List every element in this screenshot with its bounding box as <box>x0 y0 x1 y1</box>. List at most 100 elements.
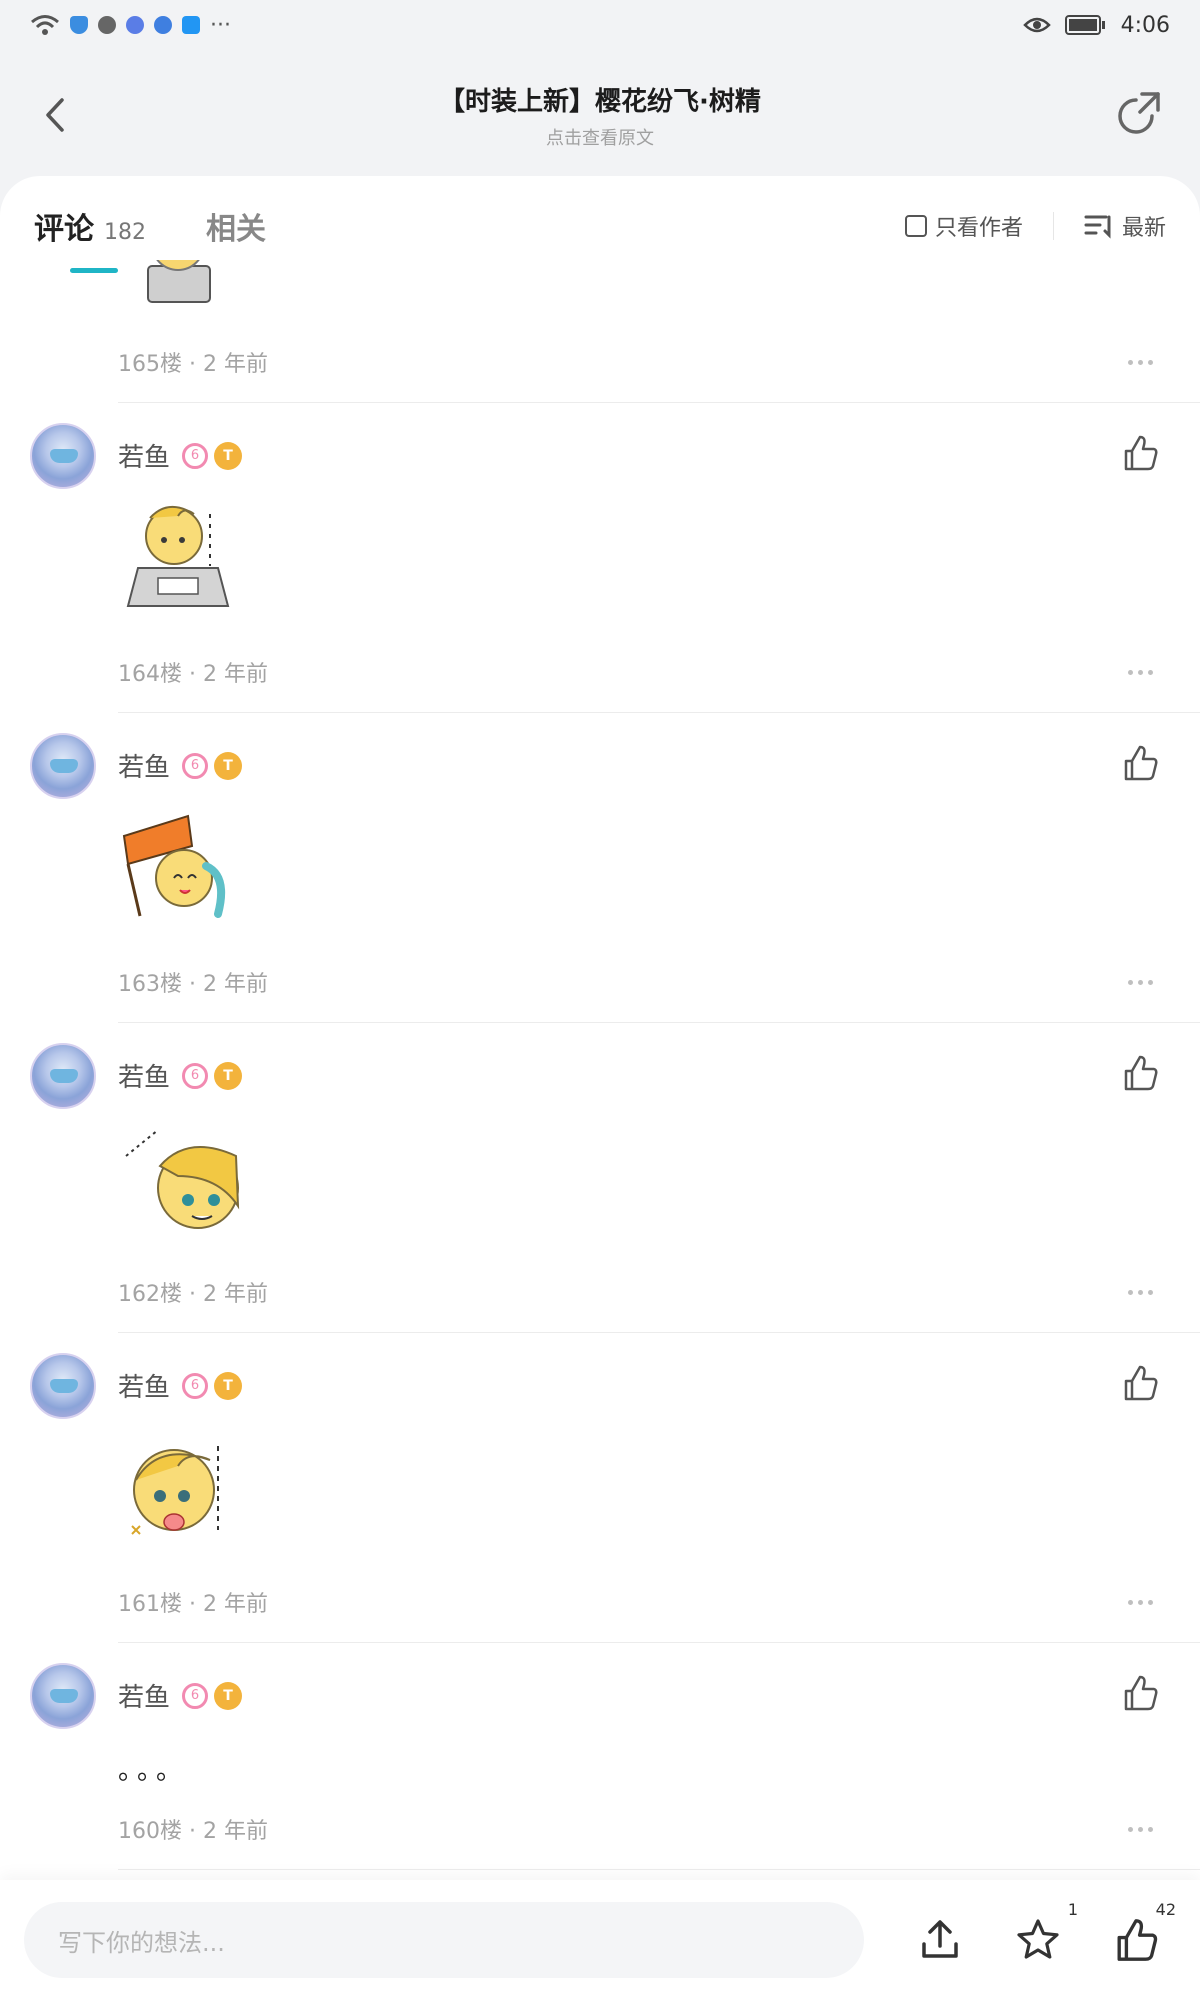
status-left: ··· <box>30 13 231 38</box>
like-button[interactable] <box>1120 433 1160 473</box>
avatar[interactable] <box>30 1043 96 1109</box>
star-icon <box>1017 1919 1059 1959</box>
thumbs-up-icon <box>1117 1919 1158 1961</box>
level-badge-icon: 6 <box>182 752 209 779</box>
like-post-button[interactable]: 42 <box>1112 1900 1176 1964</box>
avatar[interactable] <box>30 423 96 489</box>
level-badge-icon: 6 <box>182 442 209 469</box>
comment-item: 若鱼 6 T 。。。 160楼 · 2 年前 <box>30 1643 1200 1870</box>
user-row: 若鱼 6 T <box>118 1023 1200 1094</box>
status-right: 4:06 <box>1022 13 1170 38</box>
user-name[interactable]: 若鱼 <box>118 437 170 474</box>
coin-badge-icon: T <box>214 1061 243 1090</box>
checkbox-icon <box>904 215 927 237</box>
header: 【时装上新】樱花纷飞·树精 点击查看原文 <box>0 60 1200 170</box>
like-button[interactable] <box>1120 1673 1160 1713</box>
shield-icon <box>70 16 88 34</box>
author-only-toggle[interactable]: 只看作者 <box>904 210 1023 242</box>
back-button[interactable] <box>36 90 76 140</box>
author-only-label: 只看作者 <box>934 216 1023 241</box>
more-options-button[interactable] <box>1120 1592 1160 1612</box>
coin-badge-icon: T <box>214 1681 243 1710</box>
view-original-link[interactable]: 点击查看原文 <box>439 124 761 150</box>
active-tab-indicator <box>70 268 118 273</box>
floor-time: 162楼 · 2 年前 <box>118 1282 268 1307</box>
user-name[interactable]: 若鱼 <box>118 747 170 784</box>
comment-text: 。。。 <box>118 1756 189 1786</box>
more-options-button[interactable] <box>1120 1282 1160 1302</box>
like-button[interactable] <box>1120 1363 1160 1403</box>
favorite-count: 1 <box>1067 1900 1078 1919</box>
favorite-button[interactable]: 1 <box>1014 1900 1078 1964</box>
more-options-button[interactable] <box>1120 1819 1160 1839</box>
comment-input[interactable]: 写下你的想法... <box>24 1902 864 1978</box>
comment-item: 若鱼 6 T 161楼 · 2 年前 <box>30 1333 1200 1643</box>
comment-meta-row: 161楼 · 2 年前 <box>118 1560 1200 1642</box>
sort-button[interactable]: 最新 <box>1084 210 1166 242</box>
share-button[interactable] <box>1114 88 1164 138</box>
user-row: 若鱼 6 T <box>118 1333 1200 1404</box>
comment-item: 若鱼 6 T 163楼 · 2 年前 <box>30 713 1200 1023</box>
bottom-bar: 写下你的想法... 1 42 <box>0 1880 1200 2000</box>
page-title: 【时装上新】樱花纷飞·树精 <box>439 86 761 117</box>
coin-badge-icon: T <box>214 441 243 470</box>
music-icon <box>126 16 144 34</box>
sort-icon <box>1084 215 1111 239</box>
comment-list: 165楼 · 2 年前 若鱼 6 T 164楼 · 2 年前 若鱼 6 T 16… <box>0 217 1200 1990</box>
more-options-button[interactable] <box>1120 662 1160 682</box>
wechat-icon <box>98 16 116 34</box>
coin-badge-icon: T <box>214 751 243 780</box>
battery-icon <box>1064 15 1105 35</box>
title-area[interactable]: 【时装上新】樱花纷飞·树精 点击查看原文 <box>439 81 761 150</box>
divider <box>1052 212 1054 240</box>
status-bar: ··· 4:06 <box>0 0 1200 50</box>
comment-meta-row: 162楼 · 2 年前 <box>118 1250 1200 1332</box>
globe-icon <box>154 16 172 34</box>
floor-time: 161楼 · 2 年前 <box>118 1592 268 1617</box>
comment-meta-row: 163楼 · 2 年前 <box>118 940 1200 1022</box>
tab-comments[interactable]: 评论 182 <box>34 204 146 248</box>
comment-item: 若鱼 6 T 162楼 · 2 年前 <box>30 1023 1200 1333</box>
avatar[interactable] <box>30 1663 96 1729</box>
upload-icon <box>922 1920 958 1958</box>
more-dots-icon: ··· <box>210 12 231 38</box>
share-action-button[interactable] <box>916 1916 964 1964</box>
floor-time: 165楼 · 2 年前 <box>118 352 268 377</box>
sticker-flag-icon <box>122 814 225 918</box>
sticker-typing-icon <box>126 506 230 607</box>
level-badge-icon: 6 <box>182 1682 209 1709</box>
avatar[interactable] <box>30 733 96 799</box>
tab-comments-label: 评论 <box>34 212 94 247</box>
wifi-icon <box>31 15 59 35</box>
search-app-icon <box>182 16 200 34</box>
like-button[interactable] <box>1120 743 1160 783</box>
eye-icon <box>1022 17 1051 33</box>
user-row: 若鱼 6 T <box>118 713 1200 784</box>
more-options-button[interactable] <box>1120 972 1160 992</box>
comment-meta-row: 160楼 · 2 年前 <box>118 1787 1200 1869</box>
comment-input-placeholder: 写下你的想法... <box>58 1928 225 1957</box>
sticker-typing-icon <box>147 217 211 303</box>
more-options-button[interactable] <box>1120 352 1160 372</box>
user-name[interactable]: 若鱼 <box>118 1057 170 1094</box>
sticker-clap-icon <box>131 1446 219 1535</box>
user-row: 若鱼 6 T <box>118 403 1200 474</box>
like-button[interactable] <box>1120 1053 1160 1093</box>
comment-item: 165楼 · 2 年前 <box>118 217 1200 403</box>
floor-time: 163楼 · 2 年前 <box>118 972 268 997</box>
level-badge-icon: 6 <box>182 1372 209 1399</box>
sticker-peek-icon <box>125 1129 240 1229</box>
user-row: 若鱼 6 T <box>118 1643 1200 1714</box>
comment-count: 182 <box>104 220 146 245</box>
floor-time: 164楼 · 2 年前 <box>118 662 268 687</box>
tab-related[interactable]: 相关 <box>206 204 266 248</box>
coin-badge-icon: T <box>214 1371 243 1400</box>
comment-item: 若鱼 6 T 164楼 · 2 年前 <box>30 403 1200 713</box>
comment-meta-row: 164楼 · 2 年前 <box>118 630 1200 712</box>
user-name[interactable]: 若鱼 <box>118 1677 170 1714</box>
bottom-actions: 1 42 <box>916 1900 1176 1964</box>
user-name[interactable]: 若鱼 <box>118 1367 170 1404</box>
tab-related-label: 相关 <box>206 212 266 247</box>
tab-tools: 只看作者 最新 <box>904 210 1166 242</box>
avatar[interactable] <box>30 1353 96 1419</box>
